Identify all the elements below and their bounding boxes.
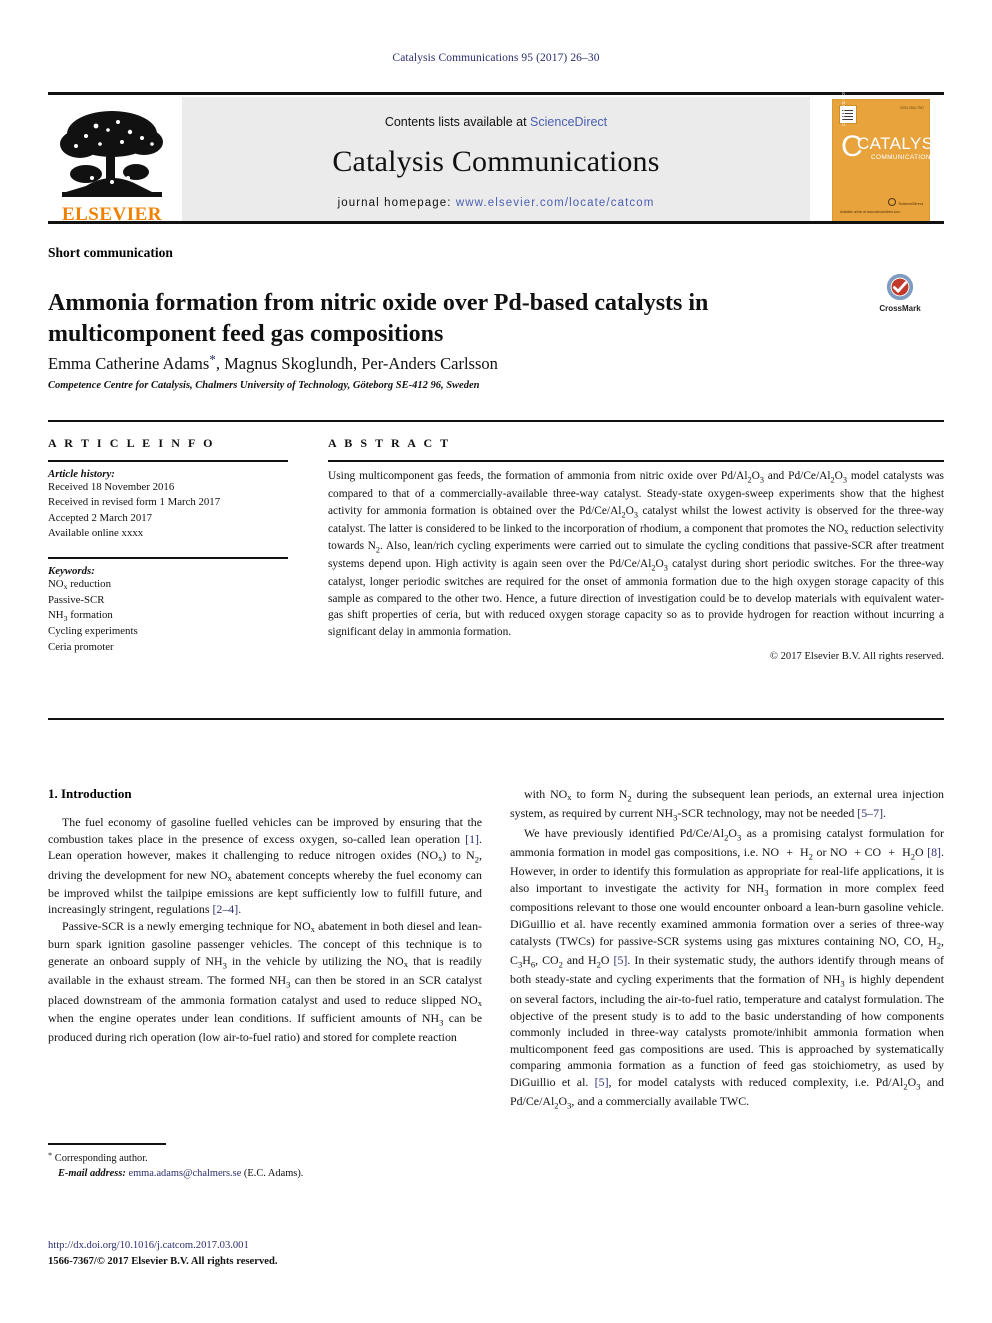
cover-subtitle: COMMUNICATIONS <box>871 153 936 161</box>
article-info-heading: A R T I C L E I N F O <box>48 436 216 450</box>
footnote-block: * Corresponding author. E-mail address: … <box>48 1150 482 1181</box>
author-list: Emma Catherine Adams*, Magnus Skoglundh,… <box>48 352 498 374</box>
elsevier-tree-icon <box>60 111 163 197</box>
corresponding-author-text: Corresponding author. <box>54 1153 148 1165</box>
introduction-heading: 1. Introduction <box>48 786 132 801</box>
email-note: E-mail address: emma.adams@chalmers.se (… <box>48 1166 482 1181</box>
page-title: Ammonia formation from nitric oxide over… <box>48 290 709 347</box>
history-item: Received 18 November 2016 <box>48 481 175 493</box>
keywords-rule <box>48 557 288 560</box>
cover-footer-note: Available online at www.sciencedirect.co… <box>840 209 900 214</box>
abstract-copyright: © 2017 Elsevier B.V. All rights reserved… <box>769 651 944 663</box>
email-label: E-mail address: <box>58 1168 126 1180</box>
paragraph: Passive-SCR is a newly emerging techniqu… <box>48 919 483 1045</box>
masthead-bottom-rule <box>48 221 944 224</box>
crossmark-label: CrossMark <box>879 304 921 313</box>
asterisk-icon: * <box>48 1151 53 1160</box>
cover-issn: ISSN 1566-7367 <box>900 105 924 110</box>
info-block-top-rule <box>48 420 944 422</box>
cover-sciencedirect-label: ScienceDirect <box>898 200 923 206</box>
paragraph: with NOx to form N2 during the subsequen… <box>510 787 944 823</box>
paragraph: We have previously identified Pd/Ce/Al2O… <box>510 825 945 1111</box>
homepage-label: journal homepage: <box>337 196 452 209</box>
journal-banner: Contents lists available at ScienceDirec… <box>182 97 810 224</box>
keyword-item: Cycling experiments <box>48 625 138 638</box>
keyword-item: NOx reduction <box>48 578 111 592</box>
cover-sciencedirect-logo: ScienceDirect <box>888 197 923 206</box>
journal-title: Catalysis Communications <box>332 144 660 178</box>
doi-link[interactable]: http://dx.doi.org/10.1016/j.catcom.2017.… <box>48 1240 249 1251</box>
sciencedirect-link[interactable]: ScienceDirect <box>530 115 607 129</box>
masthead-top-rule <box>48 92 944 95</box>
email-link[interactable]: emma.adams@chalmers.se <box>128 1168 241 1179</box>
abstract-text: Using multicomponent gas feeds, the form… <box>328 470 945 638</box>
abstract-rule <box>328 460 944 462</box>
keyword-item: Ceria promoter <box>48 640 114 653</box>
journal-cover-thumbnail: ISSN 1566-7367 CATALYSIS COMMUNICATIONS … <box>818 56 950 224</box>
corresponding-author-note: * Corresponding author. <box>48 1150 482 1166</box>
article-page: Catalysis Communications 95 (2017) 26–30 <box>0 0 992 1323</box>
cover-artwork: ISSN 1566-7367 CATALYSIS COMMUNICATIONS … <box>832 56 950 223</box>
article-info-column: A R T I C L E I N F O Article history: R… <box>48 436 288 655</box>
journal-masthead: ELSEVIER Contents lists available at Sci… <box>48 56 950 224</box>
article-history-label: Article history: <box>48 468 115 480</box>
history-item: Accepted 2 March 2017 <box>48 511 153 524</box>
keywords-block: Keywords: NOx reduction Passive-SCR NH3 … <box>48 557 288 655</box>
article-history-list: Received 18 November 2016 Received in re… <box>48 480 288 541</box>
elsevier-logo: ELSEVIER <box>48 97 176 224</box>
cover-title: CATALYSIS <box>857 133 951 153</box>
info-block-bottom-rule <box>48 718 944 720</box>
body-column-left: The fuel economy of gasoline fuelled veh… <box>48 814 482 1046</box>
history-item: Received in revised form 1 March 2017 <box>48 496 221 509</box>
keywords-label: Keywords: <box>48 565 95 578</box>
history-item: Available online xxxx <box>48 526 144 539</box>
abstract-column: A B S T R A C T Using multicomponent gas… <box>328 436 944 662</box>
issn-copyright-line: 1566-7367/© 2017 Elsevier B.V. All right… <box>48 1256 278 1267</box>
paragraph: The fuel economy of gasoline fuelled veh… <box>48 815 482 917</box>
contents-prefix: Contents lists available at <box>384 114 531 129</box>
contents-line: Contents lists available at ScienceDirec… <box>385 115 607 129</box>
journal-homepage-line: journal homepage: www.elsevier.com/locat… <box>338 197 655 209</box>
keyword-item: NH3 formation <box>48 608 113 624</box>
crossmark-badge[interactable]: CrossMark <box>855 272 945 320</box>
footnote-rule <box>48 1143 166 1145</box>
email-owner: (E.C. Adams). <box>243 1168 304 1180</box>
cover-spine-text: CATALYSIS COMMUNICATIONS <box>841 56 846 126</box>
abstract-heading: A B S T R A C T <box>328 436 451 450</box>
body-column-right: with NOx to form N2 during the subsequen… <box>510 786 944 1113</box>
section-type-label: Short communication <box>48 245 173 260</box>
affiliation: Competence Centre for Catalysis, Chalmer… <box>48 380 480 391</box>
article-info-rule <box>48 460 288 462</box>
sciencedirect-dot-icon <box>888 197 897 206</box>
crossmark-icon <box>886 273 914 301</box>
homepage-url-link[interactable]: www.elsevier.com/locate/catcom <box>456 197 655 209</box>
keyword-item: Passive-SCR <box>48 593 105 606</box>
